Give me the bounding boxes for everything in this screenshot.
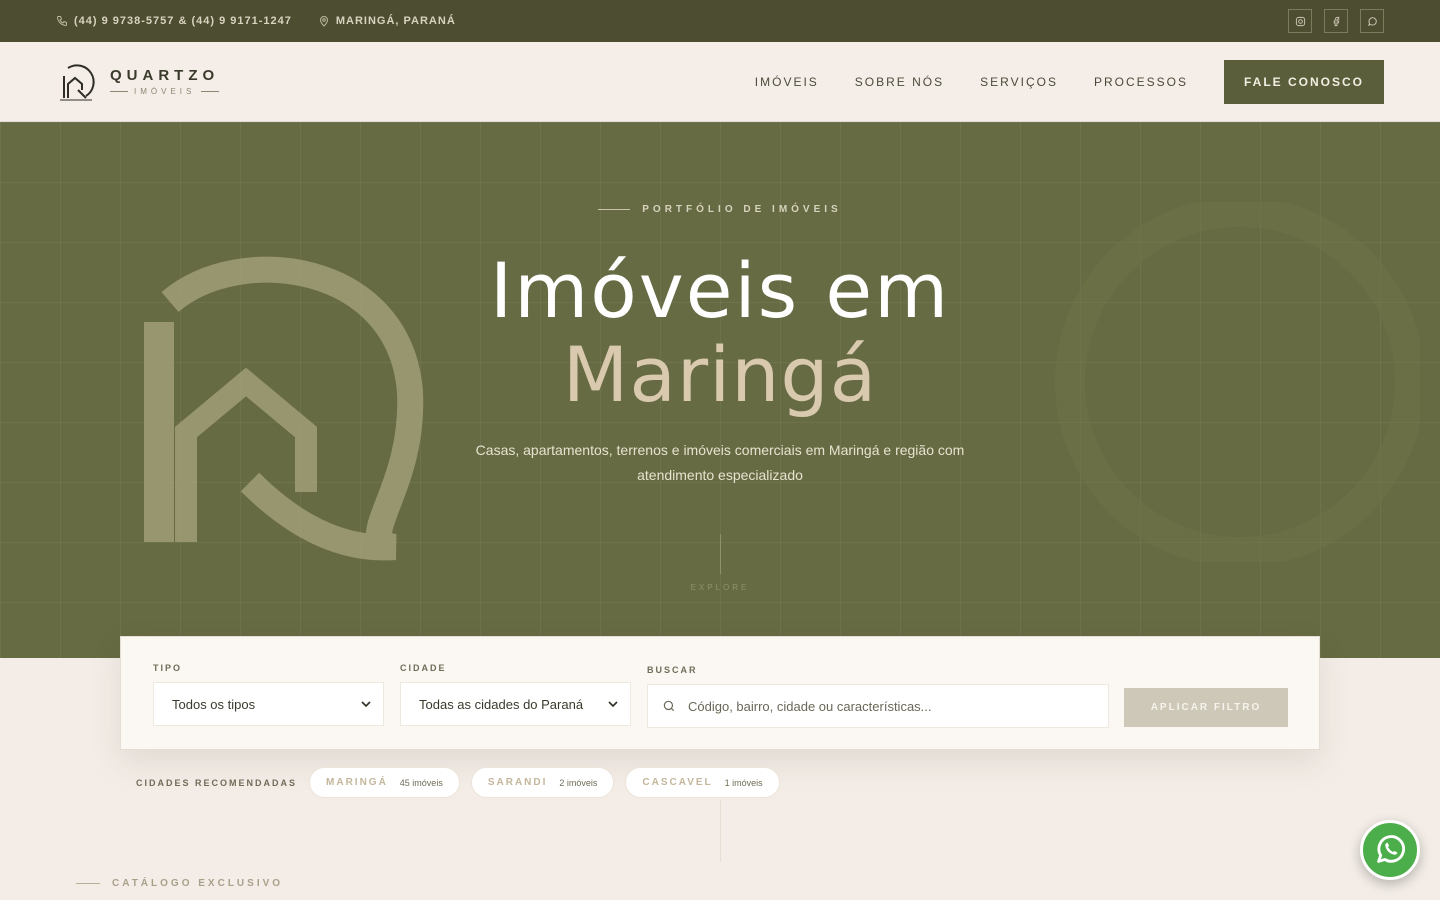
location-text: MARINGÁ, PARANÁ — [335, 15, 456, 27]
phone-text: (44) 9 9738-5757 & (44) 9 9171-1247 — [74, 15, 292, 27]
hero-title-line1: Imóveis em — [489, 246, 951, 335]
logo[interactable]: QUARTZO IMÓVEIS — [56, 62, 219, 102]
search-input[interactable] — [688, 698, 1094, 714]
location-info: MARINGÁ, PARANÁ — [318, 15, 456, 27]
facebook-icon — [1333, 16, 1339, 26]
tipo-select-value: Todos os tipos — [172, 696, 256, 712]
logo-text: QUARTZO IMÓVEIS — [110, 67, 219, 96]
map-pin-icon — [319, 16, 328, 27]
top-bar: (44) 9 9738-5757 & (44) 9 9171-1247 MARI… — [0, 0, 1440, 42]
cidade-label: CIDADE — [400, 663, 447, 673]
whatsapp-icon — [1377, 835, 1406, 863]
explore-divider — [720, 534, 721, 574]
explore-label[interactable]: EXPLORE — [0, 583, 1440, 592]
social-links — [1288, 9, 1384, 33]
city-count: 2 imóveis — [559, 777, 598, 788]
city-name: MARINGÁ — [326, 777, 388, 788]
chevron-down-icon — [608, 701, 618, 708]
hero-description: Casas, apartamentos, terrenos e imóveis … — [475, 442, 965, 483]
instagram-link[interactable] — [1288, 9, 1312, 33]
city-count: 1 imóveis — [724, 777, 763, 788]
recommended-cities: CIDADES RECOMENDADAS MARINGÁ 45 imóveis … — [136, 767, 791, 798]
site-header: QUARTZO IMÓVEIS IMÓVEIS SOBRE NÓS SERVIÇ… — [0, 42, 1440, 122]
brand-subtitle: IMÓVEIS — [110, 87, 219, 96]
property-filter: TIPO Todos os tipos CIDADE Todas as cida… — [120, 636, 1320, 750]
search-icon — [663, 700, 675, 712]
cidade-select-value: Todas as cidades do Paraná — [419, 696, 584, 712]
section-divider — [720, 800, 721, 862]
nav-imoveis[interactable]: IMÓVEIS — [755, 75, 819, 89]
city-pill-sarandi[interactable]: SARANDI 2 imóveis — [470, 767, 615, 798]
phone-info[interactable]: (44) 9 9738-5757 & (44) 9 9171-1247 — [56, 15, 292, 27]
city-pill-maringa[interactable]: MARINGÁ 45 imóveis — [309, 767, 460, 798]
nav-processos[interactable]: PROCESSOS — [1094, 75, 1188, 89]
instagram-icon — [1295, 16, 1305, 26]
city-name: SARANDI — [487, 777, 548, 788]
search-field[interactable] — [647, 684, 1109, 728]
catalog-eyebrow: CATÁLOGO EXCLUSIVO — [76, 878, 283, 889]
cidade-select[interactable]: Todas as cidades do Paraná — [400, 682, 631, 726]
recommended-cities-label: CIDADES RECOMENDADAS — [136, 777, 298, 788]
main-nav: IMÓVEIS SOBRE NÓS SERVIÇOS PROCESSOS — [755, 75, 1188, 89]
buscar-label: BUSCAR — [647, 665, 698, 675]
contact-button[interactable]: FALE CONOSCO — [1224, 59, 1384, 104]
hero-title-line2: Maringá — [562, 330, 878, 419]
chevron-down-icon — [361, 701, 371, 708]
tipo-label: TIPO — [153, 663, 183, 673]
whatsapp-link[interactable] — [1360, 9, 1384, 33]
hero-eyebrow: PORTFÓLIO DE IMÓVEIS — [0, 204, 1440, 215]
city-count: 45 imóveis — [399, 777, 443, 788]
whatsapp-chat-icon — [1367, 16, 1377, 26]
brand-name: QUARTZO — [110, 67, 220, 84]
facebook-link[interactable] — [1324, 9, 1348, 33]
phone-icon — [56, 16, 67, 27]
city-name: CASCAVEL — [642, 777, 713, 788]
nav-servicos[interactable]: SERVIÇOS — [980, 75, 1058, 89]
city-pill-cascavel[interactable]: CASCAVEL 1 imóveis — [625, 767, 780, 798]
quartzo-logo-icon — [60, 63, 95, 100]
apply-filter-button[interactable]: APLICAR FILTRO — [1124, 688, 1288, 727]
nav-sobre-nos[interactable]: SOBRE NÓS — [855, 75, 944, 89]
tipo-select[interactable]: Todos os tipos — [153, 682, 384, 726]
hero-section: PORTFÓLIO DE IMÓVEIS Imóveis em Maringá … — [0, 122, 1440, 658]
whatsapp-float-button[interactable] — [1360, 820, 1420, 880]
